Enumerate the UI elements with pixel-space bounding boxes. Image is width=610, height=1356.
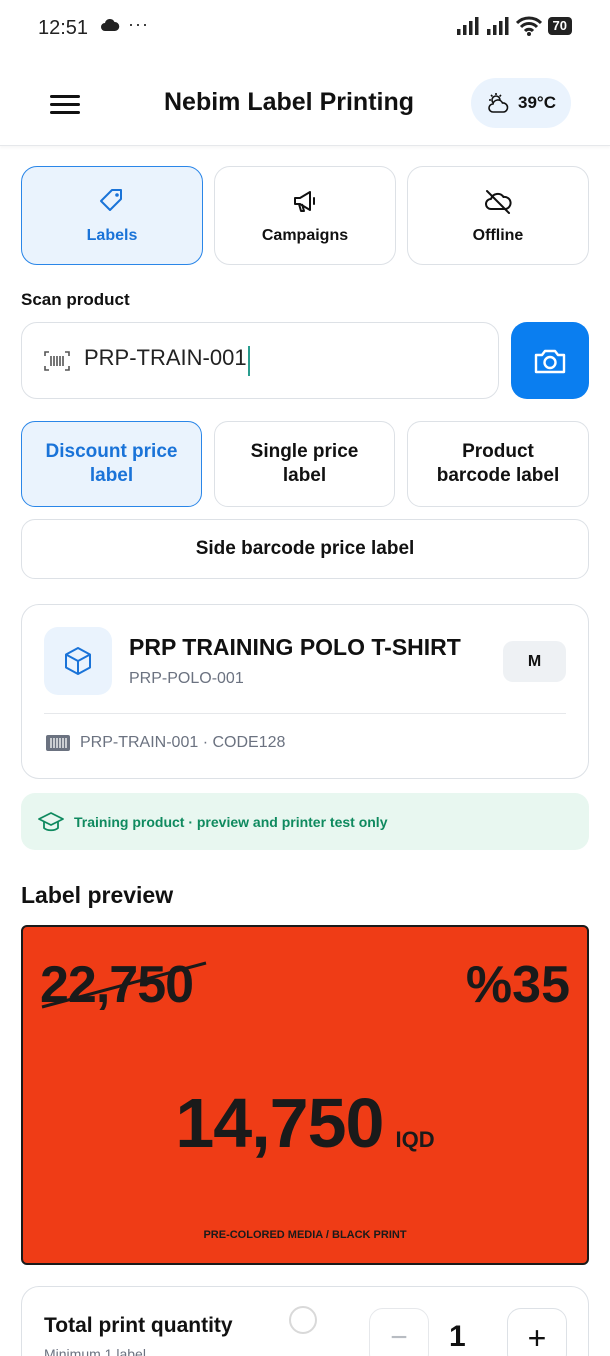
discount-price-label-button[interactable]: Discount price label — [21, 421, 202, 507]
media-note: PRE-COLORED MEDIA / BLACK PRINT — [203, 1229, 407, 1241]
tab-campaigns-label: Campaigns — [261, 226, 349, 244]
product-barcode-row: PRP-TRAIN-001 · CODE128 — [46, 734, 285, 752]
status-indicators: 70 — [456, 16, 572, 36]
scan-input[interactable]: PRP-TRAIN-001 — [21, 322, 499, 399]
tab-labels[interactable]: Labels — [21, 166, 203, 265]
quantity-value: 1 — [449, 1320, 466, 1353]
graduation-cap-icon — [38, 811, 64, 831]
camera-scan-button[interactable] — [511, 322, 589, 399]
decrease-quantity-button[interactable]: − — [369, 1308, 429, 1356]
training-notice: Training product · preview and printer t… — [21, 793, 589, 850]
status-more-icon: ··· — [128, 14, 149, 34]
partly-cloudy-icon — [488, 93, 509, 113]
tab-offline-label: Offline — [472, 226, 524, 244]
camera-icon — [534, 349, 566, 373]
cloud-icon — [100, 18, 120, 37]
size-badge: M — [503, 641, 566, 682]
product-barcode-text: PRP-TRAIN-001 · CODE128 — [80, 734, 286, 751]
training-notice-text: Training product · preview and printer t… — [74, 813, 388, 830]
new-price: 14,750 — [175, 1084, 384, 1162]
tag-icon — [100, 188, 122, 211]
new-price-row: 14,750 IQD — [0, 1083, 610, 1163]
tab-labels-label: Labels — [86, 226, 138, 244]
side-barcode-price-label-button[interactable]: Side barcode price label — [21, 519, 589, 579]
signal-icon — [456, 17, 479, 35]
weather-temp: 39°C — [518, 93, 556, 112]
product-name: PRP TRAINING POLO T-SHIRT — [129, 634, 461, 660]
tab-campaigns[interactable]: Campaigns — [214, 166, 396, 265]
barcode-icon — [44, 350, 70, 371]
currency: IQD — [395, 1127, 435, 1152]
card-divider — [44, 713, 566, 714]
barcode-icon — [46, 735, 70, 751]
signal-icon-2 — [486, 17, 509, 35]
status-time: 12:51 — [38, 17, 89, 39]
touch-indicator — [289, 1306, 317, 1334]
discount-percent: %35 — [465, 956, 570, 1014]
box-icon — [44, 627, 112, 695]
battery-level: 70 — [547, 17, 572, 35]
label-preview-title: Label preview — [21, 882, 174, 908]
old-price-strikethrough — [41, 961, 207, 1009]
single-price-label-button[interactable]: Single price label — [214, 421, 395, 507]
tab-offline[interactable]: Offline — [407, 166, 589, 265]
weather-chip[interactable]: 39°C — [471, 78, 571, 128]
scan-input-value: PRP-TRAIN-001 — [84, 345, 247, 371]
increase-quantity-button[interactable]: + — [507, 1308, 567, 1356]
scan-label: Scan product — [21, 290, 130, 309]
cloud-off-icon — [485, 189, 512, 214]
quantity-subtitle: Minimum 1 label — [44, 1346, 146, 1356]
quantity-title: Total print quantity — [44, 1314, 233, 1337]
wifi-icon — [515, 16, 542, 36]
text-caret — [247, 345, 250, 376]
megaphone-icon — [294, 190, 315, 212]
product-code: PRP-POLO-001 — [129, 670, 244, 687]
product-barcode-label-button[interactable]: Product barcode label — [407, 421, 589, 507]
